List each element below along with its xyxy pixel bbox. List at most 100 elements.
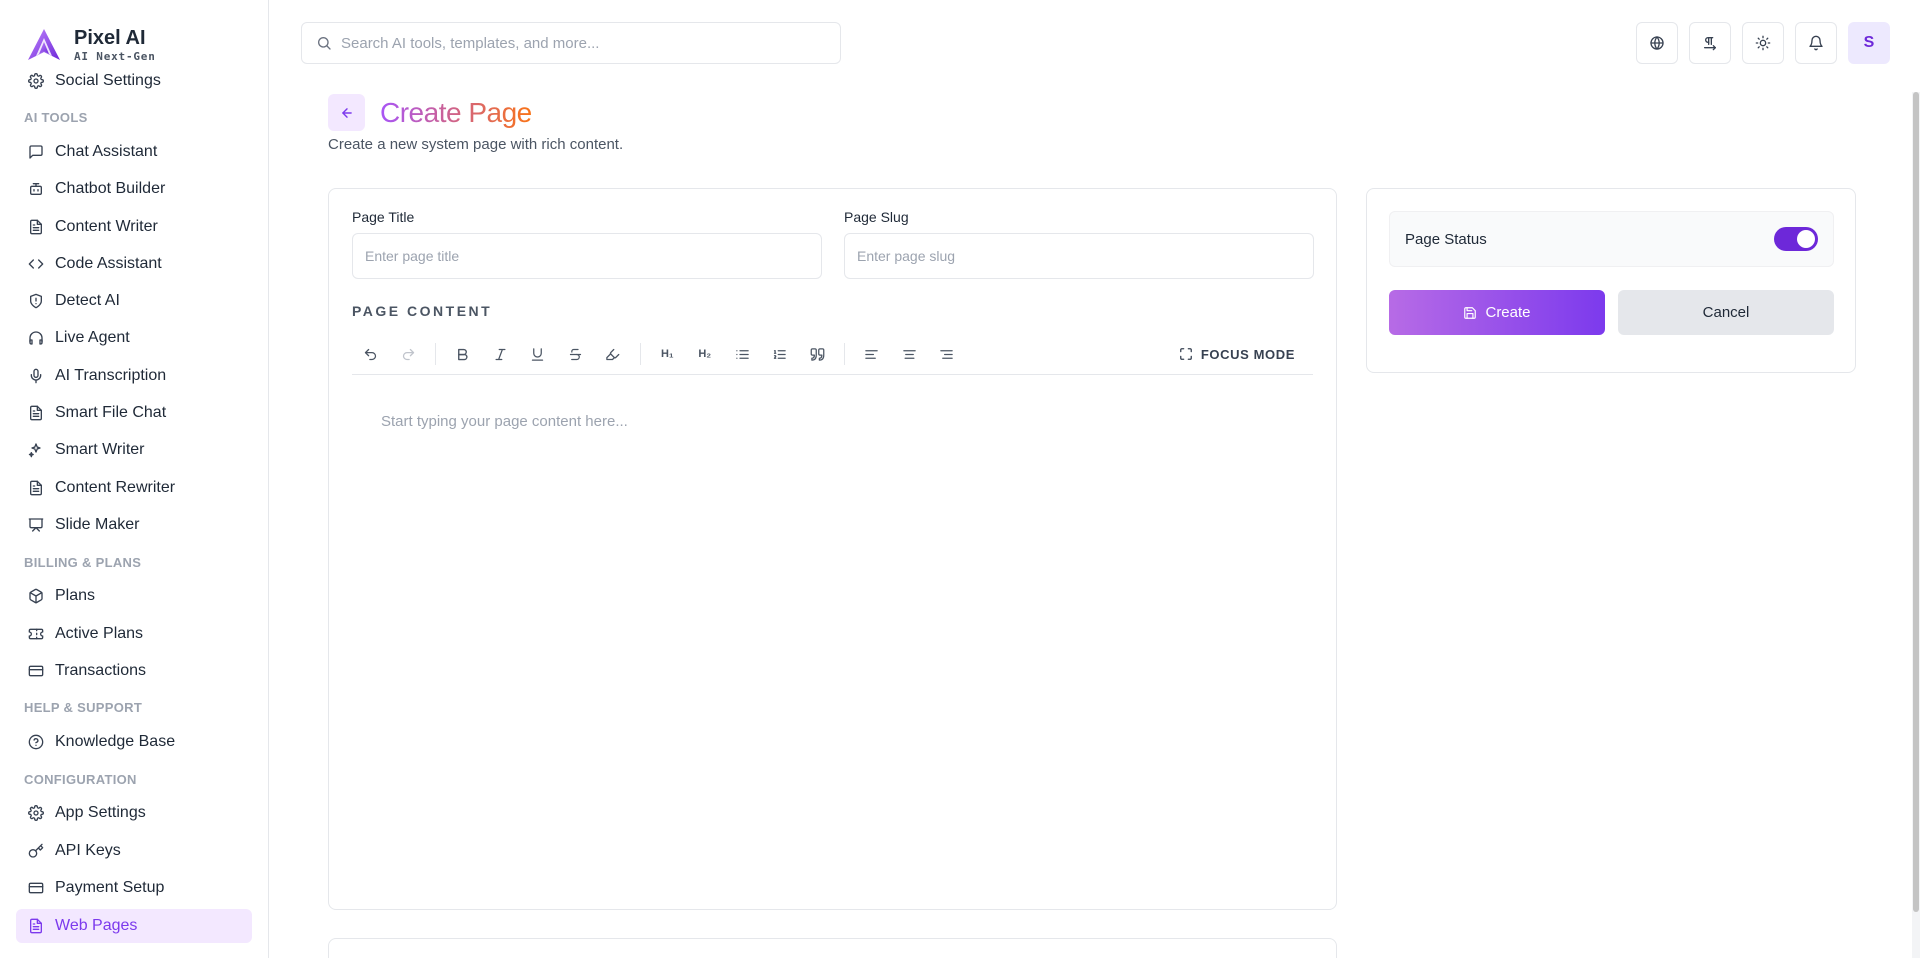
heading-1-button[interactable]: H₁ bbox=[649, 338, 687, 370]
highlight-button[interactable] bbox=[594, 338, 632, 370]
page-description: Create a new system page with rich conte… bbox=[328, 136, 624, 153]
page-title-label: Page Title bbox=[352, 209, 415, 225]
focus-mode-button[interactable]: FOCUS MODE bbox=[1179, 347, 1295, 362]
search-bar[interactable] bbox=[301, 22, 841, 64]
create-button[interactable]: Create bbox=[1389, 290, 1605, 335]
ticket-icon bbox=[28, 626, 44, 642]
sidebar-item-label: App Settings bbox=[55, 804, 146, 822]
sidebar-item-label: Transactions bbox=[55, 661, 146, 679]
sidebar-item-active-plans[interactable]: Active Plans bbox=[0, 615, 268, 652]
sidebar-item-app-settings[interactable]: App Settings bbox=[0, 795, 268, 832]
sidebar-section-label: BILLING & PLANS bbox=[24, 554, 142, 570]
sidebar-item-knowledge-base[interactable]: Knowledge Base bbox=[0, 723, 268, 760]
sidebar-item-content-writer[interactable]: Content Writer bbox=[0, 208, 268, 245]
content-editor[interactable]: Start typing your page content here... bbox=[352, 375, 1313, 895]
sidebar-item-detect-ai[interactable]: Detect AI bbox=[0, 282, 268, 319]
scrollbar-thumb[interactable] bbox=[1913, 92, 1919, 912]
highlighter-icon bbox=[606, 348, 620, 360]
align-right-icon bbox=[940, 349, 953, 359]
arrow-left-icon bbox=[341, 107, 352, 118]
page-title-input[interactable] bbox=[352, 233, 822, 279]
undo-button[interactable] bbox=[352, 338, 390, 370]
editor-toolbar: H₁ H₂ FOCUS MODE bbox=[352, 334, 1313, 375]
bold-button[interactable] bbox=[444, 338, 482, 370]
sidebar-item-api-keys[interactable]: API Keys bbox=[0, 832, 268, 869]
gear-icon bbox=[28, 72, 44, 89]
strikethrough-button[interactable] bbox=[557, 338, 595, 370]
sidebar-item-label: Social Settings bbox=[55, 71, 161, 89]
sidebar-item-web-pages[interactable]: Web Pages bbox=[16, 908, 252, 943]
sidebar-item-label: Chat Assistant bbox=[55, 142, 158, 160]
cancel-label: Cancel bbox=[1702, 304, 1750, 321]
sidebar-item-plans[interactable]: Plans bbox=[0, 578, 268, 615]
notifications-button[interactable] bbox=[1795, 22, 1837, 64]
file-text-icon bbox=[28, 405, 44, 421]
sidebar-item-label: Smart File Chat bbox=[55, 404, 167, 422]
page-slug-input[interactable] bbox=[844, 233, 1314, 279]
page-status-label: Page Status bbox=[1405, 230, 1487, 248]
sidebar-item-label: Detect AI bbox=[55, 292, 120, 310]
sidebar-item-label: Plans bbox=[55, 587, 96, 605]
heading-1-label: H₁ bbox=[661, 348, 674, 360]
brand[interactable]: Pixel AI AI Next-Gen bbox=[24, 22, 264, 70]
blockquote-button[interactable] bbox=[799, 338, 837, 370]
presentation-icon bbox=[28, 517, 44, 533]
bullet-list-button[interactable] bbox=[724, 338, 762, 370]
sidebar-item-smart-writer[interactable]: Smart Writer bbox=[0, 432, 268, 469]
file-text-icon bbox=[28, 219, 44, 235]
logo-icon bbox=[28, 29, 60, 60]
back-button[interactable] bbox=[328, 94, 365, 131]
sidebar-item-label: Code Assistant bbox=[55, 254, 162, 272]
page-content-label: PAGE CONTENT bbox=[352, 303, 493, 319]
search-icon bbox=[318, 37, 331, 50]
search-input[interactable] bbox=[341, 34, 821, 52]
brand-name: Pixel AI bbox=[74, 27, 146, 49]
page-title: Create Page bbox=[380, 94, 532, 131]
align-center-icon bbox=[903, 349, 916, 359]
sidebar-item-ai-transcription[interactable]: AI Transcription bbox=[0, 357, 268, 394]
theme-toggle-button[interactable] bbox=[1742, 22, 1784, 64]
save-icon bbox=[1464, 306, 1477, 319]
sidebar-item-smart-file-chat[interactable]: Smart File Chat bbox=[0, 394, 268, 431]
page-form-card: Page Title Page Slug PAGE CONTENT H₁ H₂ bbox=[328, 188, 1337, 910]
bold-icon bbox=[458, 348, 468, 360]
sidebar-item-chatbot-builder[interactable]: Chatbot Builder bbox=[0, 171, 268, 208]
globe-icon bbox=[1650, 35, 1664, 51]
italic-icon bbox=[495, 348, 506, 360]
page-status-toggle[interactable] bbox=[1774, 227, 1818, 251]
italic-button[interactable] bbox=[482, 338, 520, 370]
sidebar-item-label: Knowledge Base bbox=[55, 733, 176, 751]
file-text-icon bbox=[28, 480, 44, 496]
focus-mode-label: FOCUS MODE bbox=[1200, 346, 1295, 362]
sidebar-item-label: AI Transcription bbox=[55, 366, 167, 384]
sidebar-item-live-agent[interactable]: Live Agent bbox=[0, 320, 268, 357]
editor-placeholder: Start typing your page content here... bbox=[381, 413, 628, 430]
avatar[interactable]: S bbox=[1848, 22, 1890, 64]
ordered-list-button[interactable] bbox=[761, 338, 799, 370]
align-center-button[interactable] bbox=[891, 338, 929, 370]
key-icon bbox=[28, 843, 44, 859]
sidebar-item-chat-assistant[interactable]: Chat Assistant bbox=[0, 133, 268, 170]
brand-tagline: AI Next-Gen bbox=[74, 50, 156, 63]
gear-icon bbox=[28, 805, 44, 822]
sidebar-item-code-assistant[interactable]: Code Assistant bbox=[0, 245, 268, 282]
redo-button[interactable] bbox=[390, 338, 428, 370]
underline-icon bbox=[532, 347, 544, 361]
underline-button[interactable] bbox=[519, 338, 557, 370]
sidebar-item-content-rewriter[interactable]: Content Rewriter bbox=[0, 469, 268, 506]
strikethrough-icon bbox=[569, 348, 581, 360]
file-text-icon bbox=[28, 918, 44, 934]
maximize-icon bbox=[1179, 348, 1192, 360]
package-icon bbox=[28, 588, 44, 604]
list-ordered-icon bbox=[774, 349, 786, 359]
sidebar-item-label: Slide Maker bbox=[55, 515, 140, 533]
sidebar-item-transactions[interactable]: Transactions bbox=[0, 652, 268, 689]
rtl-toggle-button[interactable] bbox=[1689, 22, 1731, 64]
sidebar-item-slide-maker[interactable]: Slide Maker bbox=[0, 506, 268, 543]
align-left-button[interactable] bbox=[853, 338, 891, 370]
language-button[interactable] bbox=[1636, 22, 1678, 64]
align-right-button[interactable] bbox=[928, 338, 966, 370]
cancel-button[interactable]: Cancel bbox=[1618, 290, 1834, 335]
sidebar-item-payment-setup[interactable]: Payment Setup bbox=[0, 869, 268, 906]
heading-2-button[interactable]: H₂ bbox=[686, 338, 724, 370]
